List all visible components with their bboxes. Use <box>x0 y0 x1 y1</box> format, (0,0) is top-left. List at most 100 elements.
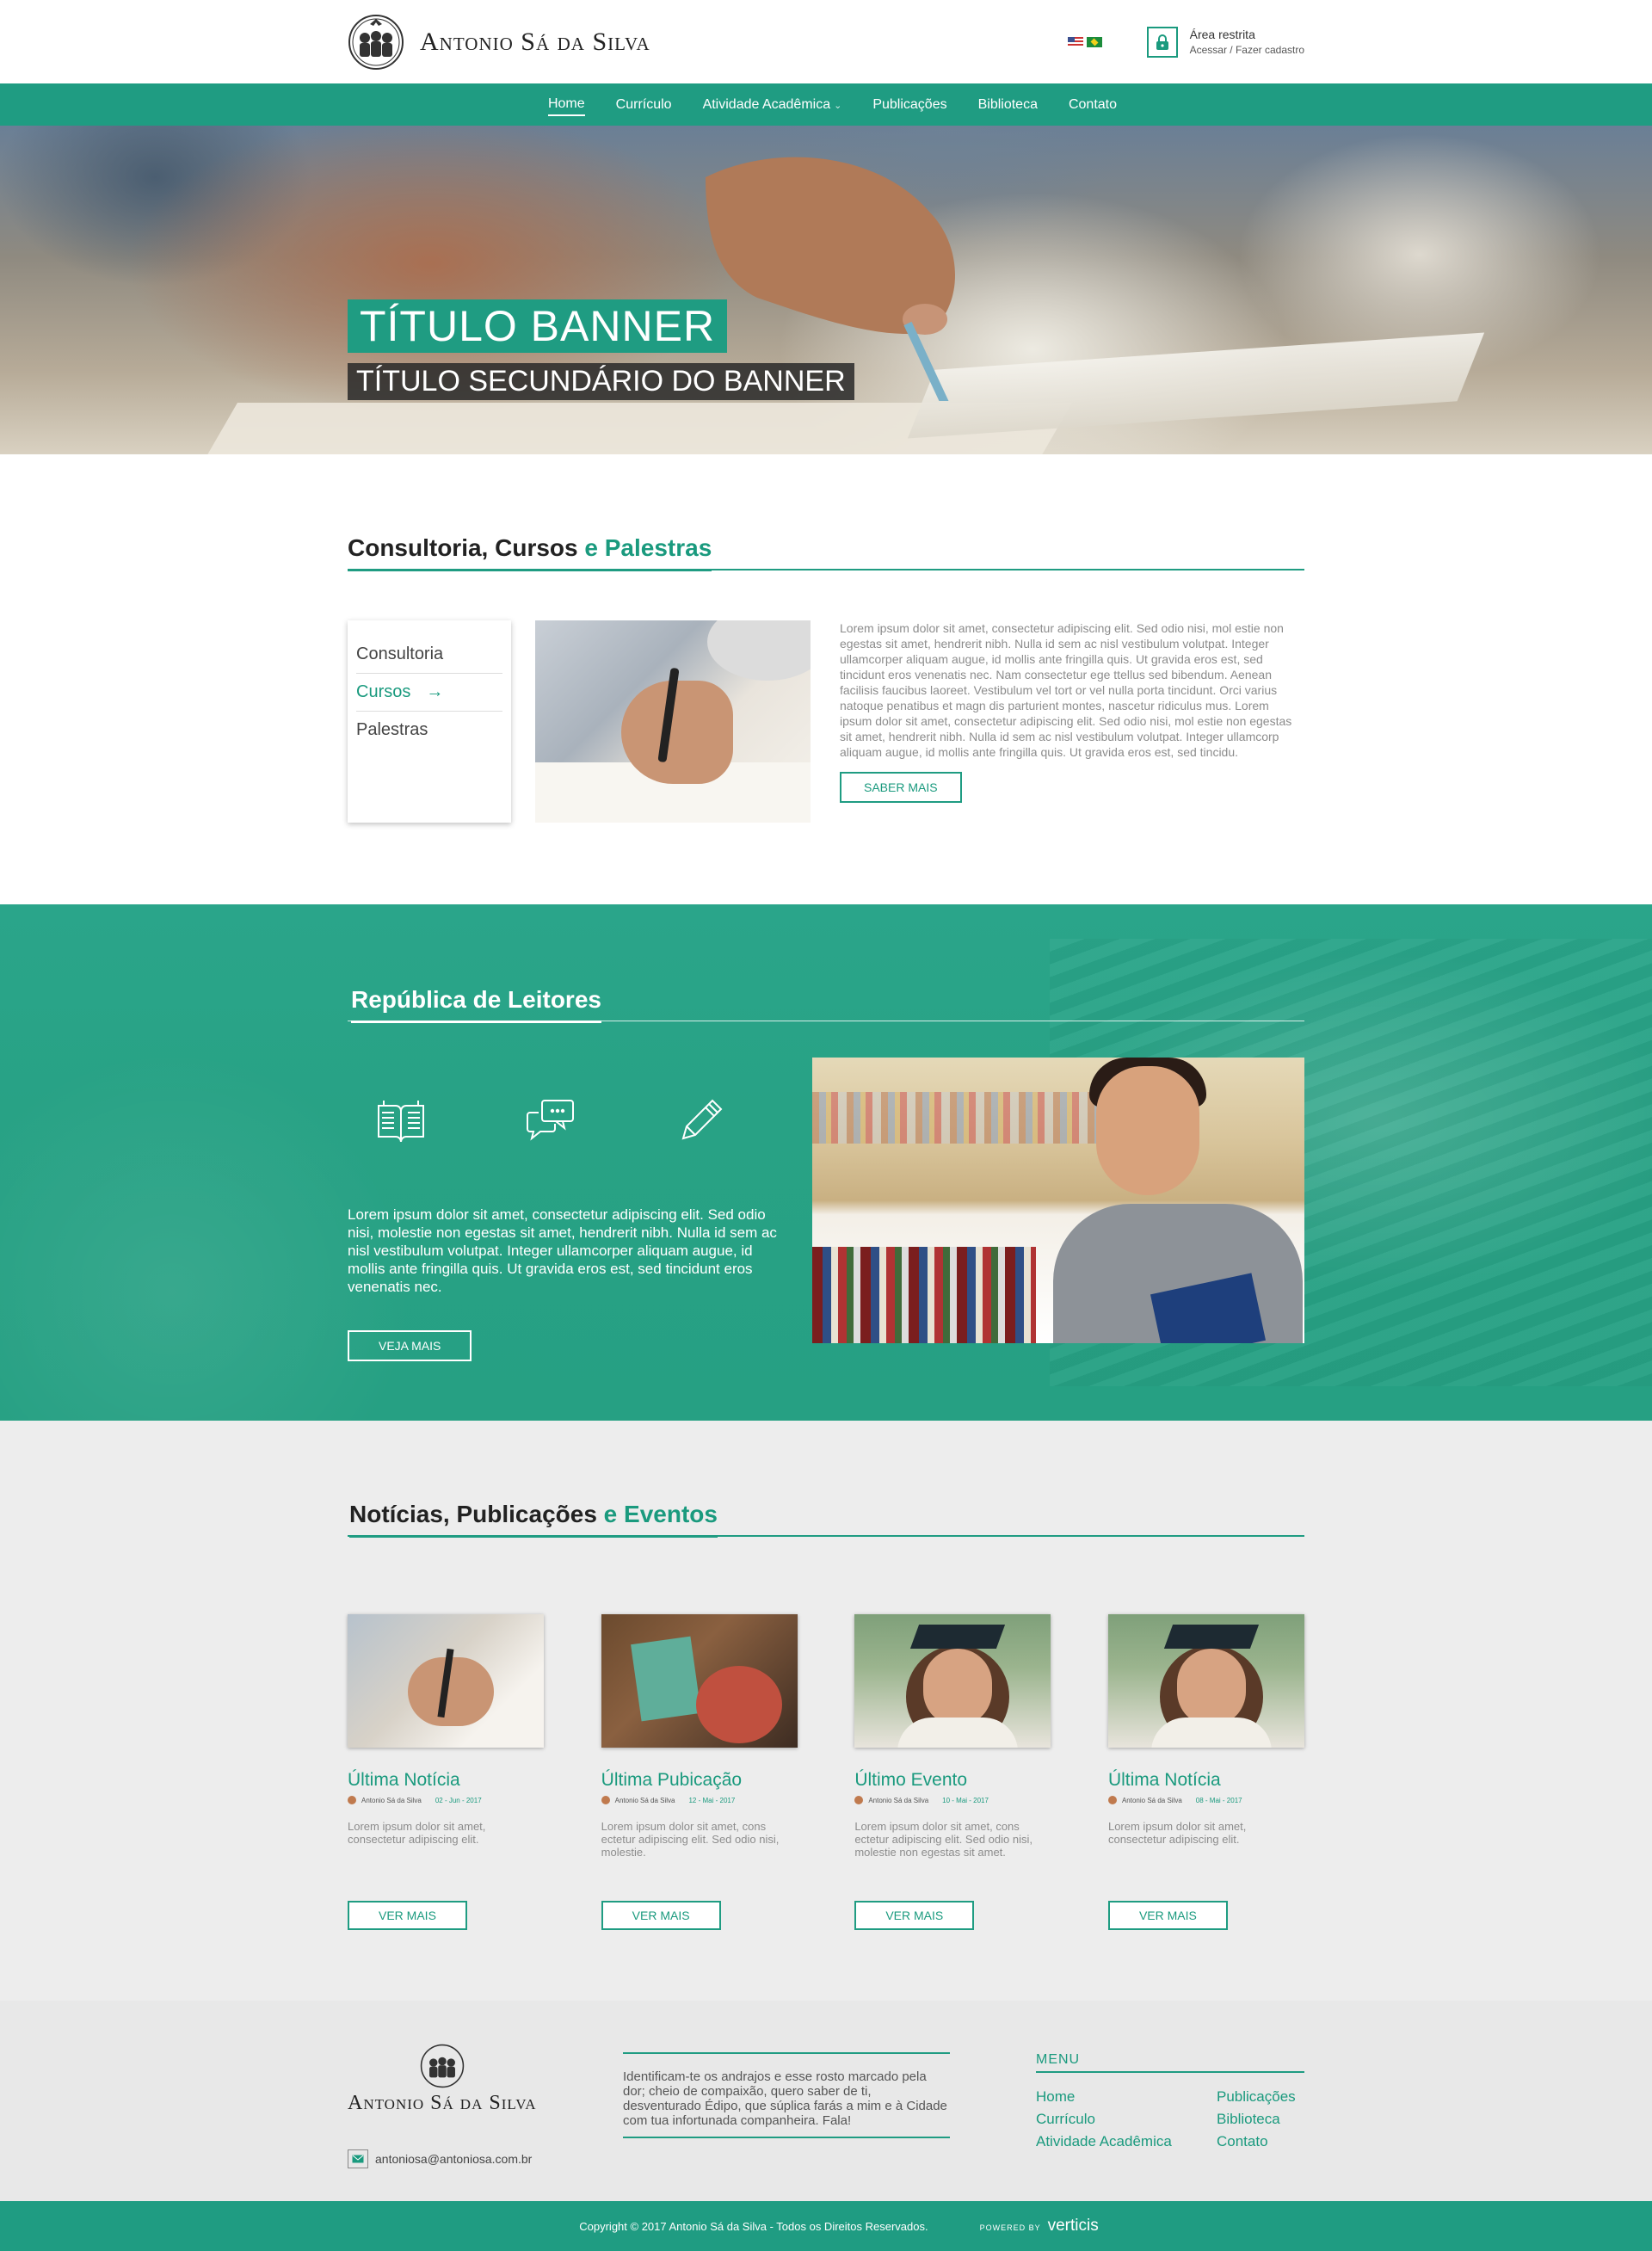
hero-title: TÍTULO BANNER <box>348 299 728 353</box>
tab-consultoria[interactable]: Consultoria <box>356 636 502 674</box>
footer-link-home[interactable]: Home <box>1036 2088 1217 2106</box>
card-image[interactable] <box>1107 1614 1304 1748</box>
card-image[interactable] <box>601 1614 798 1748</box>
news-section-title: Notícias, Publicações e Eventos <box>348 1501 1304 1538</box>
tab-label: Cursos <box>356 682 411 701</box>
news-card: Última Notícia Antonio Sá da Silva 08 - M… <box>1107 1614 1304 1930</box>
verticis-logo: verticis <box>1047 2217 1099 2235</box>
quote-divider <box>623 2052 950 2054</box>
section-title-main: Notícias, Publicações <box>349 1501 597 1527</box>
tab-palestras[interactable]: Palestras <box>356 712 502 749</box>
consultoria-section: Consultoria, Cursos e Palestras Consulto… <box>0 454 1652 904</box>
ver-mais-button[interactable]: VER MAIS <box>348 1901 467 1930</box>
login-register-link[interactable]: Acessar / Fazer cadastro <box>1190 44 1304 56</box>
section-title-accent: e Palestras <box>584 534 712 561</box>
nav-item-home[interactable]: Home <box>547 94 585 116</box>
card-author: Antonio Sá da Silva <box>868 1796 929 1804</box>
quote-divider <box>623 2137 950 2138</box>
event-card: Último Evento Antonio Sá da Silva 10 - Ma… <box>854 1614 1051 1930</box>
hero-banner: TÍTULO BANNER TÍTULO SECUNDÁRIO DO BANNE… <box>0 126 1652 454</box>
footer-link-atividade-academica[interactable]: Atividade Acadêmica <box>1036 2133 1217 2150</box>
footer-menu: Home Publicações Currículo Biblioteca At… <box>1036 2088 1304 2150</box>
copyright-bar: Copyright © 2017 Antonio Sá da Silva - T… <box>0 2201 1652 2251</box>
footer-link-curriculo[interactable]: Currículo <box>1036 2111 1217 2128</box>
mail-icon <box>348 2149 368 2168</box>
card-excerpt: Lorem ipsum dolor sit amet, cons ectetur… <box>854 1820 1032 1859</box>
author-avatar <box>1107 1796 1117 1804</box>
brazil-flag-icon[interactable] <box>1086 36 1102 47</box>
republica-description: Lorem ipsum dolor sit amet, consectetur … <box>348 1206 777 1295</box>
pencil-icon <box>681 1099 723 1140</box>
card-title[interactable]: Última Notícia <box>1108 1770 1304 1791</box>
footer-site-name: Antonio Sá da Silva <box>348 2092 537 2114</box>
news-card: Última Notícia Antonio Sá da Silva 02 - J… <box>348 1614 544 1930</box>
author-avatar <box>601 1796 610 1804</box>
saber-mais-button[interactable]: SABER MAIS <box>840 772 962 803</box>
logo-emblem-icon <box>348 14 404 70</box>
card-image[interactable] <box>348 1614 544 1748</box>
author-avatar <box>854 1796 864 1804</box>
card-date: 08 - Mai - 2017 <box>1195 1796 1242 1804</box>
services-tabs: Consultoria Cursos → Palestras <box>348 620 511 823</box>
powered-by-label: POWERED BY <box>979 2223 1041 2232</box>
author-avatar <box>348 1796 356 1804</box>
republica-section-title: República de Leitores <box>348 986 1304 1023</box>
card-title[interactable]: Última Pubicação <box>601 1770 798 1791</box>
language-switcher <box>1067 36 1102 47</box>
footer-link-contato[interactable]: Contato <box>1217 2133 1304 2150</box>
ver-mais-button[interactable]: VER MAIS <box>1107 1901 1228 1930</box>
nav-item-publicacoes[interactable]: Publicações <box>872 95 946 115</box>
footer-logo[interactable]: Antonio Sá da Silva <box>348 2044 623 2115</box>
card-excerpt: Lorem ipsum dolor sit amet, consectetur … <box>348 1820 486 1846</box>
tab-cursos[interactable]: Cursos → <box>356 674 502 712</box>
card-date: 02 - Jun - 2017 <box>435 1796 482 1804</box>
footer-quote: Identificam-te os andrajos e esse rosto … <box>623 2069 947 2128</box>
restricted-area-link[interactable]: Área restrita Acessar / Fazer cadastro <box>1146 26 1304 58</box>
ver-mais-button[interactable]: VER MAIS <box>854 1901 975 1930</box>
card-image[interactable] <box>854 1614 1051 1748</box>
nav-item-contato[interactable]: Contato <box>1069 95 1117 115</box>
footer-menu-title: MENU <box>1036 2052 1304 2073</box>
consultoria-section-title: Consultoria, Cursos e Palestras <box>348 534 1304 571</box>
site-name: Antonio Sá da Silva <box>420 27 650 56</box>
section-title-main: República de Leitores <box>351 986 601 1023</box>
logo-emblem-icon <box>420 2044 465 2088</box>
footer-email[interactable]: antoniosa@antoniosa.com.br <box>348 2149 623 2168</box>
ver-mais-button[interactable]: VER MAIS <box>601 1901 721 1930</box>
publication-card: Última Pubicação Antonio Sá da Silva 12 -… <box>601 1614 798 1930</box>
site-logo[interactable]: Antonio Sá da Silva <box>348 14 650 71</box>
nav-item-biblioteca[interactable]: Biblioteca <box>978 95 1038 115</box>
top-header: Antonio Sá da Silva Área restrita Acessa… <box>0 0 1652 83</box>
card-title[interactable]: Última Notícia <box>348 1770 544 1791</box>
section-title-main: Consultoria, Cursos <box>348 534 578 561</box>
email-address: antoniosa@antoniosa.com.br <box>375 2152 533 2166</box>
chat-icon <box>527 1100 574 1141</box>
card-excerpt: Lorem ipsum dolor sit amet, cons ectetur… <box>601 1820 780 1859</box>
card-title[interactable]: Último Evento <box>854 1770 1051 1791</box>
footer-link-publicacoes[interactable]: Publicações <box>1217 2088 1304 2106</box>
lock-icon <box>1146 26 1178 58</box>
republica-section: República de Leitores Lorem ipsum dolor … <box>0 904 1652 1421</box>
nav-item-atividade-academica[interactable]: Atividade Acadêmica ⌄ <box>703 95 842 115</box>
copyright-text: Copyright © 2017 Antonio Sá da Silva - T… <box>579 2219 928 2233</box>
course-description: Lorem ipsum dolor sit amet, consectetur … <box>840 621 1292 759</box>
course-photo <box>535 620 811 823</box>
card-author: Antonio Sá da Silva <box>1121 1796 1182 1804</box>
nav-item-label: Atividade Acadêmica <box>702 96 831 112</box>
arrow-right-icon: → <box>426 682 444 701</box>
card-author: Antonio Sá da Silva <box>614 1796 675 1804</box>
restricted-area-title: Área restrita <box>1189 28 1255 41</box>
nav-item-curriculo[interactable]: Currículo <box>616 95 672 115</box>
footer-link-biblioteca[interactable]: Biblioteca <box>1217 2111 1304 2128</box>
news-section: Notícias, Publicações e Eventos Última N… <box>0 1421 1652 2001</box>
section-title-accent: e Eventos <box>603 1501 718 1527</box>
card-date: 12 - Mai - 2017 <box>688 1796 736 1804</box>
card-date: 10 - Mai - 2017 <box>942 1796 989 1804</box>
hero-subtitle: TÍTULO SECUNDÁRIO DO BANNER <box>348 363 854 400</box>
english-flag-icon[interactable] <box>1067 36 1083 47</box>
card-author: Antonio Sá da Silva <box>361 1796 422 1804</box>
powered-by[interactable]: POWERED BY verticis <box>980 2217 1099 2236</box>
card-excerpt: Lorem ipsum dolor sit amet, consectetur … <box>1107 1820 1247 1846</box>
student-photo <box>812 1058 1304 1343</box>
veja-mais-button[interactable]: VEJA MAIS <box>348 1330 472 1361</box>
